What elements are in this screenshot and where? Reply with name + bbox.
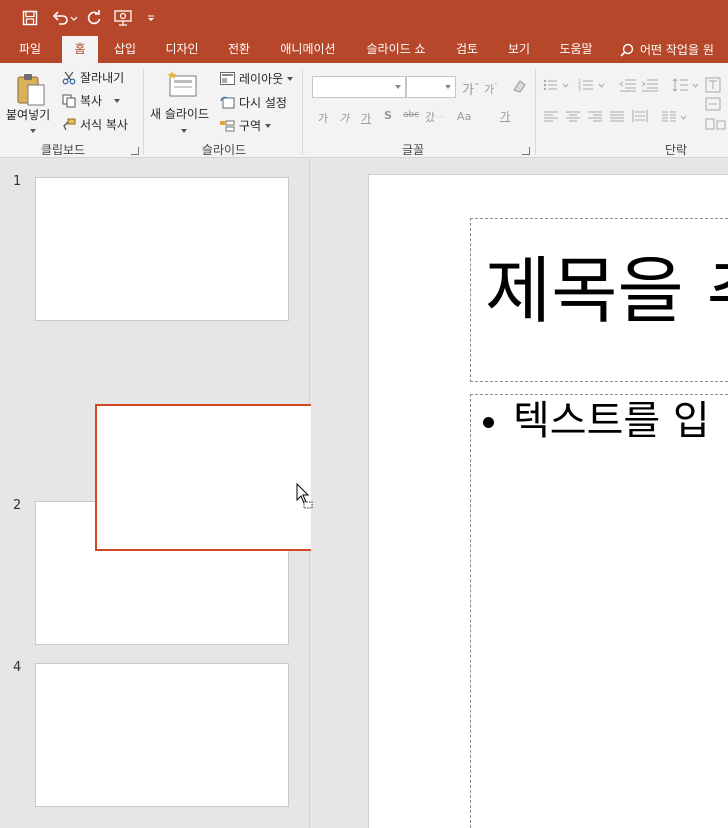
paste-button[interactable]: 붙여넣기 — [6, 106, 50, 123]
group-label-font: 글꼴 — [401, 143, 425, 157]
text-direction-icon[interactable] — [705, 77, 725, 96]
font-name-combo[interactable] — [312, 76, 406, 98]
layout-dropdown-icon — [287, 76, 294, 81]
italic-icon[interactable]: 가 — [339, 110, 349, 126]
justify-icon[interactable] — [610, 111, 624, 126]
tab-review[interactable]: 검토 — [446, 36, 488, 63]
reset-button[interactable]: 다시 설정 — [220, 94, 287, 111]
save-icon[interactable] — [18, 6, 42, 30]
font-launcher-icon[interactable] — [522, 147, 530, 155]
slide-thumbnail[interactable] — [35, 663, 289, 807]
numbering-icon[interactable]: 123 — [578, 78, 608, 95]
drag-cursor-icon — [296, 482, 314, 512]
redo-icon[interactable] — [84, 6, 104, 30]
paste-dropdown-icon[interactable] — [30, 128, 36, 133]
convert-smartart-icon[interactable] — [705, 117, 727, 134]
clipboard-launcher-icon[interactable] — [131, 147, 139, 155]
font-color-icon[interactable]: 가 — [500, 108, 510, 124]
layout-icon — [220, 72, 235, 85]
distributed-icon[interactable] — [632, 109, 648, 126]
content-placeholder[interactable]: 텍스트를 입 — [470, 394, 728, 828]
tell-me-text: 어떤 작업을 원 — [640, 43, 714, 57]
reset-label: 다시 설정 — [239, 96, 287, 110]
group-divider — [535, 69, 536, 155]
undo-icon[interactable] — [50, 6, 80, 30]
title-bar — [0, 0, 728, 36]
group-divider — [302, 69, 303, 155]
copy-button[interactable]: 복사 — [62, 92, 121, 109]
reset-icon — [220, 96, 235, 109]
copy-label: 복사 — [80, 94, 103, 108]
strikethrough-icon[interactable]: abc — [403, 110, 419, 120]
svg-text:3: 3 — [578, 87, 581, 92]
ribbon-home: 붙여넣기 잘라내기 복사 서식 복사 클립보드 새 슬라이드 레이아웃 다시 설… — [0, 63, 728, 158]
cut-button[interactable]: 잘라내기 — [62, 69, 124, 86]
font-name-dropdown-icon — [395, 85, 401, 89]
clear-formatting-icon[interactable] — [510, 78, 528, 97]
section-label: 구역 — [239, 119, 262, 133]
tab-design[interactable]: 디자인 — [156, 36, 208, 63]
tab-slideshow[interactable]: 슬라이드 쇼 — [356, 36, 436, 63]
tab-help[interactable]: 도움말 — [550, 36, 602, 63]
copy-icon — [62, 94, 76, 107]
format-painter-label: 서식 복사 — [80, 118, 128, 132]
group-label-clipboard: 클립보드 — [40, 143, 86, 157]
cut-label: 잘라내기 — [80, 71, 125, 85]
customize-qat-icon[interactable] — [144, 6, 158, 30]
format-painter-button[interactable]: 서식 복사 — [62, 116, 128, 133]
group-divider — [143, 69, 144, 155]
layout-label: 레이아웃 — [239, 72, 284, 86]
font-size-dropdown-icon — [445, 85, 451, 89]
copy-dropdown-icon[interactable] — [114, 98, 121, 103]
section-icon — [220, 120, 235, 132]
tab-home[interactable]: 홈 — [62, 36, 98, 63]
scissors-icon — [62, 71, 76, 84]
group-label-paragraph: 단락 — [664, 143, 688, 157]
new-slide-dropdown-icon[interactable] — [181, 128, 187, 133]
tab-view[interactable]: 보기 — [498, 36, 540, 63]
ribbon-tabs: 파일 홈 삽입 디자인 전환 애니메이션 슬라이드 쇼 검토 보기 도움말 어떤… — [0, 36, 728, 63]
paste-icon[interactable] — [14, 71, 48, 110]
present-from-beginning-icon[interactable] — [112, 6, 136, 30]
change-case-icon[interactable]: Aa — [457, 110, 471, 123]
decrease-indent-icon[interactable] — [619, 78, 637, 95]
align-left-icon[interactable] — [544, 111, 558, 126]
layout-button[interactable]: 레이아웃 — [220, 70, 294, 87]
section-dropdown-icon — [265, 123, 272, 128]
shrink-font-icon[interactable]: 가ˇ — [484, 81, 498, 97]
grow-font-icon[interactable]: 가^ — [462, 79, 480, 98]
title-placeholder-text: 제목을 추 — [485, 249, 728, 333]
align-text-icon[interactable] — [705, 97, 725, 114]
tab-file[interactable]: 파일 — [10, 36, 50, 63]
font-size-combo[interactable] — [406, 76, 456, 98]
text-shadow-icon[interactable]: S — [384, 109, 392, 122]
character-spacing-icon[interactable]: 갔ᆢ — [425, 109, 445, 125]
tab-insert[interactable]: 삽입 — [104, 36, 146, 63]
columns-icon[interactable] — [662, 111, 690, 126]
format-painter-icon — [63, 118, 76, 130]
slide-number: 4 — [13, 660, 22, 675]
content-placeholder-text: 텍스트를 입 — [513, 398, 710, 444]
align-right-icon[interactable] — [588, 111, 602, 126]
search-icon — [620, 43, 634, 57]
tab-animations[interactable]: 애니메이션 — [270, 36, 346, 63]
group-label-slides: 슬라이드 — [201, 143, 247, 157]
underline-icon[interactable]: 가 — [361, 110, 371, 126]
bold-icon[interactable]: 가 — [318, 110, 328, 126]
section-button[interactable]: 구역 — [220, 117, 272, 134]
tab-transitions[interactable]: 전환 — [218, 36, 260, 63]
bullet-icon — [483, 417, 494, 428]
tell-me-box[interactable]: 어떤 작업을 원 — [620, 36, 714, 63]
slide-number: 2 — [13, 498, 22, 513]
new-slide-button[interactable]: 새 슬라이드 — [150, 105, 209, 122]
bullets-icon[interactable] — [543, 78, 571, 95]
line-spacing-icon[interactable] — [672, 77, 702, 96]
align-center-icon[interactable] — [566, 111, 580, 126]
slide-number: 1 — [13, 174, 22, 189]
title-placeholder[interactable]: 제목을 추 — [470, 218, 728, 382]
slide-thumbnail[interactable] — [35, 177, 289, 321]
new-slide-icon[interactable] — [166, 70, 198, 103]
increase-indent-icon[interactable] — [641, 78, 659, 95]
